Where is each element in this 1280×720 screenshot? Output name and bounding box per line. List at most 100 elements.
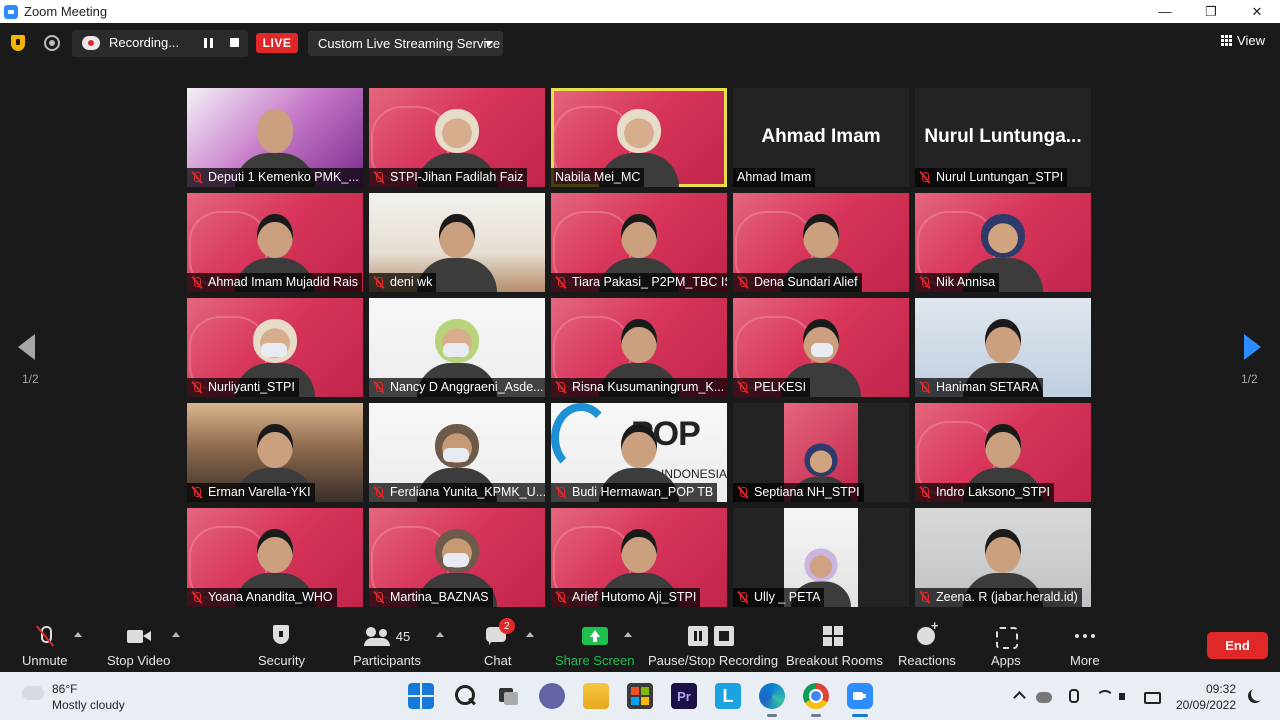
participants-count: 45 (395, 628, 411, 644)
participant-tile[interactable]: POP INDONESIA Budi Hermawan_POP TB (551, 403, 727, 502)
close-button[interactable]: ✕ (1234, 0, 1280, 23)
audio-options-caret-icon[interactable] (74, 632, 82, 637)
chat-button[interactable]: 2 Chat (484, 618, 515, 668)
premiere-pro-icon[interactable]: Pr (671, 683, 697, 709)
next-page-arrow-icon[interactable] (1244, 334, 1261, 360)
zoom-taskbar-icon[interactable] (847, 683, 873, 709)
reactions-button[interactable]: Reactions (898, 618, 956, 668)
recording-status-icon[interactable] (44, 35, 60, 51)
participant-tile[interactable]: Risna Kusumaningrum_K... (551, 298, 727, 397)
participant-tile[interactable]: Ahmad Imam Ahmad Imam (733, 88, 909, 187)
share-screen-button[interactable]: Share Screen (555, 624, 635, 668)
participant-tile[interactable]: Tiara Pakasi_ P2PM_TBC ISPA (551, 193, 727, 292)
participant-tile[interactable]: Ahmad Imam Mujadid Rais (187, 193, 363, 292)
battery-icon[interactable] (1143, 688, 1161, 704)
chrome-browser-icon[interactable] (803, 683, 829, 709)
apps-button[interactable]: Apps (991, 624, 1021, 668)
participant-tile[interactable]: Nurul Luntunga... Nurul Luntungan_STPI (915, 88, 1091, 187)
more-button[interactable]: More (1070, 624, 1100, 668)
microphone-muted-icon (190, 486, 203, 499)
unmute-button[interactable]: Unmute (22, 624, 68, 668)
participant-tile[interactable]: Deputi 1 Kemenko PMK_... (187, 88, 363, 187)
microphone-muted-icon (918, 276, 931, 289)
participant-tile[interactable]: Zeena. R (jabar.herald.id) (915, 508, 1091, 607)
pause-recording-icon[interactable] (204, 38, 213, 48)
view-button[interactable]: View (1221, 33, 1265, 48)
share-caret-icon[interactable] (624, 632, 632, 637)
microphone-muted-icon (736, 276, 749, 289)
clock-date[interactable]: 20/09/2022 (1170, 698, 1236, 712)
participant-tile[interactable]: Haniman SETARA (915, 298, 1091, 397)
partly-cloudy-icon[interactable] (19, 682, 44, 700)
weather-description[interactable]: Mostly cloudy (52, 698, 125, 712)
participant-tile[interactable]: PELKESI (733, 298, 909, 397)
search-icon[interactable] (452, 683, 478, 709)
pause-stop-recording-button[interactable]: Pause/Stop Recording (648, 624, 778, 668)
microphone-muted-icon (554, 276, 567, 289)
participant-tile[interactable]: Yoana Anandita_WHO (187, 508, 363, 607)
participant-tile[interactable]: Nurliyanti_STPI (187, 298, 363, 397)
participant-name-plate: Ferdiana Yunita_KPMK_U... (369, 483, 545, 502)
participant-tile[interactable]: STPI-Jihan Fadilah Faiz (369, 88, 545, 187)
participant-name: Nurliyanti_STPI (208, 380, 295, 394)
microphone-muted-icon (372, 276, 385, 289)
participant-tile[interactable]: Nik Annisa (915, 193, 1091, 292)
more-icon (1072, 624, 1098, 648)
onedrive-cloud-icon[interactable] (1036, 692, 1052, 703)
participant-tile[interactable]: Erman Varella-YKI (187, 403, 363, 502)
participants-caret-icon[interactable] (436, 632, 444, 637)
participant-name-plate: STPI-Jihan Fadilah Faiz (369, 168, 528, 187)
volume-icon[interactable] (1118, 688, 1134, 704)
windows-start-icon[interactable] (408, 683, 434, 709)
video-options-caret-icon[interactable] (172, 632, 180, 637)
participant-tile[interactable]: Nancy D Anggraeni_Asde... (369, 298, 545, 397)
chat-caret-icon[interactable] (526, 632, 534, 637)
participant-tile[interactable]: Nabila Mei_MC (551, 88, 727, 187)
focus-assist-moon-icon[interactable] (1248, 689, 1262, 703)
participant-name: Nurul Luntungan_STPI (936, 170, 1064, 184)
previous-page-arrow-icon[interactable] (18, 334, 35, 360)
file-explorer-icon[interactable] (583, 683, 609, 709)
participant-tile[interactable]: Ferdiana Yunita_KPMK_U... (369, 403, 545, 502)
edge-browser-icon[interactable] (759, 683, 785, 709)
participant-tile[interactable]: Septiana NH_STPI (733, 403, 909, 502)
participant-name-plate: Zeena. R (jabar.herald.id) (915, 588, 1082, 607)
streaming-service-dropdown[interactable]: Custom Live Streaming Service (308, 31, 503, 56)
participant-name: STPI-Jihan Fadilah Faiz (390, 170, 524, 184)
maximize-button[interactable]: ❐ (1188, 0, 1234, 23)
lens-app-icon[interactable]: L (715, 683, 741, 709)
minimize-button[interactable]: — (1142, 0, 1188, 23)
zoom-window: Zoom Meeting — ❐ ✕ Recording... LIVE Cus… (0, 0, 1280, 720)
teams-chat-icon[interactable] (539, 683, 565, 709)
stop-video-label: Stop Video (107, 653, 171, 668)
participant-name: Haniman SETARA (936, 380, 1039, 394)
weather-temperature[interactable]: 86°F (52, 682, 77, 696)
show-hidden-icons-chevron-icon[interactable] (1012, 688, 1028, 704)
tray-microphone-icon[interactable] (1064, 688, 1080, 704)
meeting-toolbar: Unmute Stop Video Security 45 Participan… (0, 616, 1280, 672)
participant-tile[interactable]: Arief Hutomo Aji_STPI (551, 508, 727, 607)
participant-name: Deputi 1 Kemenko PMK_... (208, 170, 359, 184)
breakout-rooms-button[interactable]: Breakout Rooms (786, 624, 883, 668)
stop-recording-icon[interactable] (230, 38, 239, 47)
participant-name-plate: Deputi 1 Kemenko PMK_... (187, 168, 363, 187)
clock-time[interactable]: 09:32 (1176, 682, 1236, 696)
participant-tile[interactable]: Dena Sundari Alief (733, 193, 909, 292)
participant-tile[interactable]: Indro Laksono_STPI (915, 403, 1091, 502)
end-meeting-button[interactable]: End (1207, 632, 1268, 659)
participants-button[interactable]: 45 Participants (353, 624, 421, 668)
task-view-icon[interactable] (495, 683, 521, 709)
participant-tile[interactable]: Ully _ PETA (733, 508, 909, 607)
participant-tile[interactable]: deni wk (369, 193, 545, 292)
participant-name: Ferdiana Yunita_KPMK_U... (390, 485, 545, 499)
stop-video-button[interactable]: Stop Video (107, 624, 170, 668)
encryption-shield-icon[interactable] (11, 35, 25, 51)
participant-display-name: Nurul Luntunga... (924, 126, 1082, 147)
participant-tile[interactable]: Martina_BAZNAS (369, 508, 545, 607)
wifi-icon[interactable] (1095, 688, 1114, 704)
apps-icon (993, 624, 1019, 649)
security-button[interactable]: Security (258, 624, 305, 668)
participants-icon-row: 45 (363, 624, 411, 648)
security-label: Security (258, 653, 305, 668)
microsoft-store-icon[interactable] (627, 683, 653, 709)
